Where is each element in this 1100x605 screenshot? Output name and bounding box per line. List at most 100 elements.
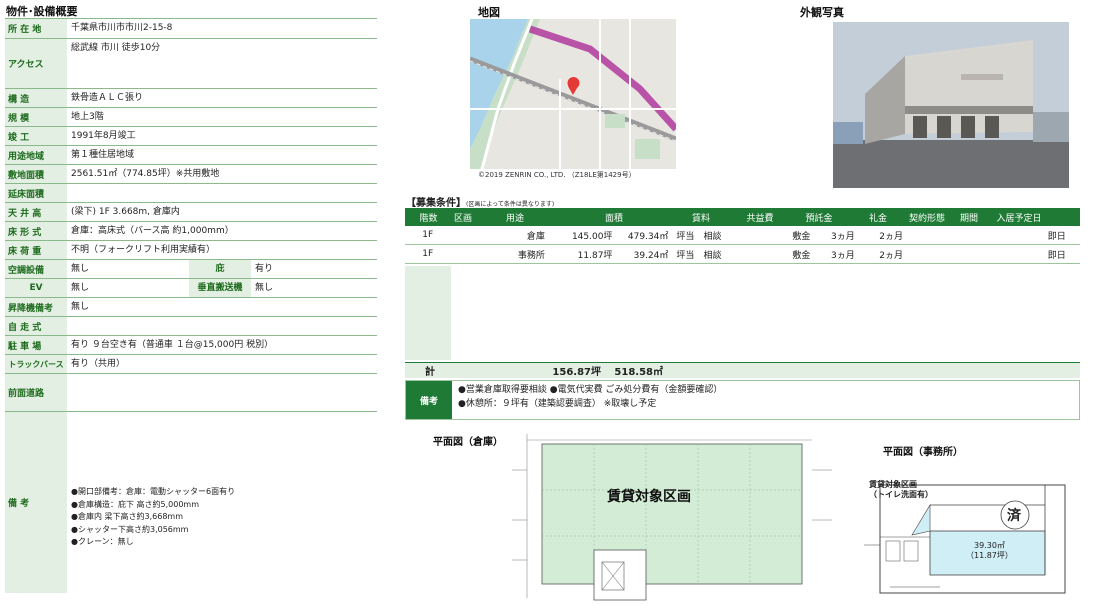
exterior-photo — [833, 22, 1069, 188]
spec-label: 床 形 式 — [5, 222, 67, 240]
cell-move-in: 即日 — [1047, 231, 1066, 242]
cell-move-in: 即日 — [1047, 250, 1066, 261]
cell-key-money: 2ヵ月 — [879, 250, 903, 261]
spec-label: 天 井 高 — [5, 203, 67, 221]
spec-value: (梁下) 1F 3.668m, 倉庫内 — [71, 206, 180, 217]
total-label: 計 — [425, 367, 435, 378]
spec-value: 1991年8月竣工 — [71, 130, 136, 141]
spec-label: EV — [5, 279, 67, 297]
spec-label: 構 造 — [5, 89, 67, 107]
spec-label: 床 荷 重 — [5, 241, 67, 259]
spec-value: 無し — [71, 301, 90, 312]
table-header: 階数 区画 用途 面積 賃料 共益費 預託金 礼金 契約形態 期間 入居予定日 — [405, 208, 1080, 226]
building-graphic — [833, 22, 1069, 188]
office-note: 賃貸対象区画 （トイレ洗面有） — [869, 480, 933, 500]
property-summary-title: 物件･設備概要 — [6, 5, 78, 18]
col-header: 礼金 — [868, 213, 887, 224]
warehouse-rental-label: 賃貸対象区画 — [607, 489, 691, 505]
remark-item: ●シャッター下高さ約3,056mm — [71, 524, 189, 534]
map-copyright: ©2019 ZENRIN CO., LTD. （Z18LE第1429号） — [478, 171, 636, 179]
total-tsubo: 156.87坪 — [552, 367, 601, 378]
remark-item: ●開口部備考：倉庫：電動シャッター6面有り — [71, 487, 236, 497]
col-header: 用途 — [506, 213, 525, 224]
spec-value: 総武線 市川 徒歩10分 — [71, 43, 161, 53]
spec-value: 不明（フォークリフト利用実績有） — [71, 244, 216, 255]
warehouse-plan-title: 平面図（倉庫） — [433, 437, 503, 448]
cell-floor: 1F — [422, 249, 434, 259]
spec-label: トラックバース — [5, 355, 67, 373]
col-header: 期間 — [959, 213, 978, 224]
map-title: 地図 — [478, 6, 500, 19]
spec-value: 有り ９台空き有（普通車 １台@15,000円 税別） — [71, 339, 274, 350]
col-header: 面積 — [604, 213, 623, 224]
location-map[interactable] — [470, 19, 676, 169]
spec-value: 千葉県市川市市川2-15-8 — [71, 23, 173, 33]
photo-title: 外観写真 — [800, 6, 844, 19]
cell-rent: 相談 — [703, 250, 722, 261]
spec-label: 所 在 地 — [5, 19, 67, 38]
col-header: 入居予定日 — [996, 213, 1042, 224]
spec-label: アクセス — [5, 39, 67, 88]
spec-value: 有り — [255, 263, 274, 274]
table-row: 1F 事務所 11.87坪 39.24㎡ 坪当 相談 敷金 3ヵ月 2ヵ月 即日 — [405, 245, 1080, 264]
spec-value: 無し — [255, 282, 274, 293]
col-header: 区画 — [454, 213, 473, 224]
cell-sqm: 479.34㎡ — [627, 231, 669, 242]
spec-value: 有り（共用） — [71, 358, 126, 369]
remark-item: ●倉庫構造：庇下 高さ約5,000mm — [71, 499, 200, 509]
office-area-sqm: 39.30㎡ — [974, 541, 1005, 550]
cell-rent: 相談 — [703, 231, 722, 242]
office-note-line: （トイレ洗面有） — [869, 490, 933, 499]
cell-floor: 1F — [422, 230, 434, 240]
cell-deposit-label: 敷金 — [792, 250, 811, 261]
cell-unit: 坪当 — [676, 250, 695, 261]
office-area-tsubo: （11.87坪） — [966, 551, 1013, 560]
recruit-table: 階数 区画 用途 面積 賃料 共益費 預託金 礼金 契約形態 期間 入居予定日 … — [405, 208, 1080, 264]
cell-deposit: 3ヵ月 — [830, 231, 855, 242]
spec-value: 鉄骨造ＡＬＣ張り — [71, 92, 144, 103]
col-header: 共益費 — [746, 213, 774, 224]
spec-label: 延床面積 — [5, 184, 67, 202]
total-sqm: 518.58㎡ — [614, 367, 663, 378]
spec-label: 垂直搬送機 — [189, 279, 251, 297]
empty-rows — [405, 266, 1080, 360]
spec-label: 備 考 — [5, 412, 67, 593]
cell-tsubo: 145.00坪 — [571, 231, 613, 242]
spec-value: 2561.51㎡（774.85坪）※共用敷地 — [71, 168, 220, 179]
table-row: 1F 倉庫 145.00坪 479.34㎡ 坪当 相談 敷金 3ヵ月 2ヵ月 即… — [405, 226, 1080, 245]
warehouse-plan-graphic — [512, 434, 832, 601]
spec-value — [67, 374, 377, 411]
notes-row: 備考 ●営業倉庫取得要相談 ●電気代実費 ごみ処分費有（金額要確認） ●休憩所：… — [405, 380, 1080, 420]
office-plan-title: 平面図（事務所） — [883, 447, 963, 458]
remarks-list: ●開口部備考：倉庫：電動シャッター6面有り ●倉庫構造：庇下 高さ約5,000m… — [67, 412, 377, 593]
notes-label: 備考 — [406, 381, 452, 419]
spec-value: 第１種住居地域 — [71, 149, 135, 160]
spec-value — [67, 184, 377, 202]
spec-value: 地上3階 — [71, 111, 104, 122]
spec-label: 昇降機備考 — [5, 298, 67, 316]
cell-deposit-label: 敷金 — [792, 231, 811, 242]
spec-label: 用途地域 — [5, 146, 67, 164]
note-item: ●営業倉庫取得要相談 ●電気代実費 ごみ処分費有（金額要確認） — [458, 385, 723, 395]
warehouse-floor-plan — [512, 430, 832, 602]
spec-value: 無し — [71, 263, 90, 274]
spec-label: 空調設備 — [5, 260, 67, 278]
spec-label: 自 走 式 — [5, 317, 67, 335]
col-header: 階数 — [419, 213, 438, 224]
spec-table: 所 在 地千葉県市川市市川2-15-8 アクセス 総武線 市川 徒歩10分 構 造… — [5, 18, 377, 593]
spec-label: 庇 — [189, 260, 251, 278]
note-item: ●休憩所：９坪有（建築認要調査） ※取壊し予定 — [458, 399, 657, 409]
cell-tsubo: 11.87坪 — [577, 250, 613, 261]
spec-label: 前面道路 — [5, 374, 67, 411]
col-header: 契約形態 — [908, 213, 945, 224]
recruit-title: 【募集条件】(区画によって条件は異なります) — [406, 194, 554, 209]
recruit-subtitle: (区画によって条件は異なります) — [466, 201, 555, 208]
spec-value — [67, 317, 377, 335]
total-row: 計 156.87坪 518.58㎡ — [405, 362, 1080, 378]
cell-deposit: 3ヵ月 — [830, 250, 855, 261]
office-note-line: 賃貸対象区画 — [869, 480, 917, 489]
spec-value: 無し — [71, 282, 90, 293]
office-area: 39.30㎡ （11.87坪） — [966, 541, 1013, 561]
spec-label: 竣 工 — [5, 127, 67, 145]
office-done-mark: 済 — [1007, 508, 1021, 524]
